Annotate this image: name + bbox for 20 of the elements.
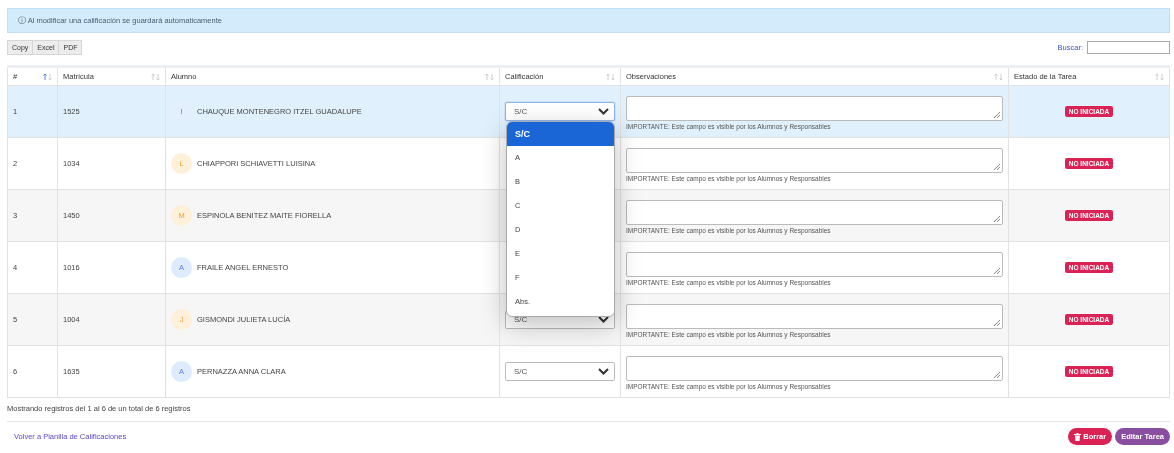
- trash-icon: [1074, 432, 1082, 441]
- observation-field[interactable]: [626, 356, 1003, 381]
- resize-grip-icon: [993, 215, 1000, 222]
- grade-select[interactable]: S/C: [505, 362, 615, 381]
- observation-field[interactable]: [626, 200, 1003, 225]
- grade-select[interactable]: S/C: [505, 102, 615, 121]
- resize-grip-icon: [993, 163, 1000, 170]
- resize-grip-icon: [993, 371, 1000, 378]
- observation-field[interactable]: [626, 252, 1003, 277]
- chevron-down-icon: [598, 368, 609, 375]
- observation-field[interactable]: [626, 304, 1003, 329]
- resize-grip-icon: [993, 111, 1000, 118]
- observation-field[interactable]: [626, 148, 1003, 173]
- observation-field[interactable]: [626, 96, 1003, 121]
- search-field[interactable]: [1087, 40, 1170, 54]
- resize-grip-icon: [993, 319, 1000, 326]
- dropdown-option[interactable]: S/C: [507, 122, 614, 146]
- resize-grip-icon: [993, 267, 1000, 274]
- chevron-down-icon: [598, 108, 609, 115]
- chevron-down-icon: [598, 316, 609, 323]
